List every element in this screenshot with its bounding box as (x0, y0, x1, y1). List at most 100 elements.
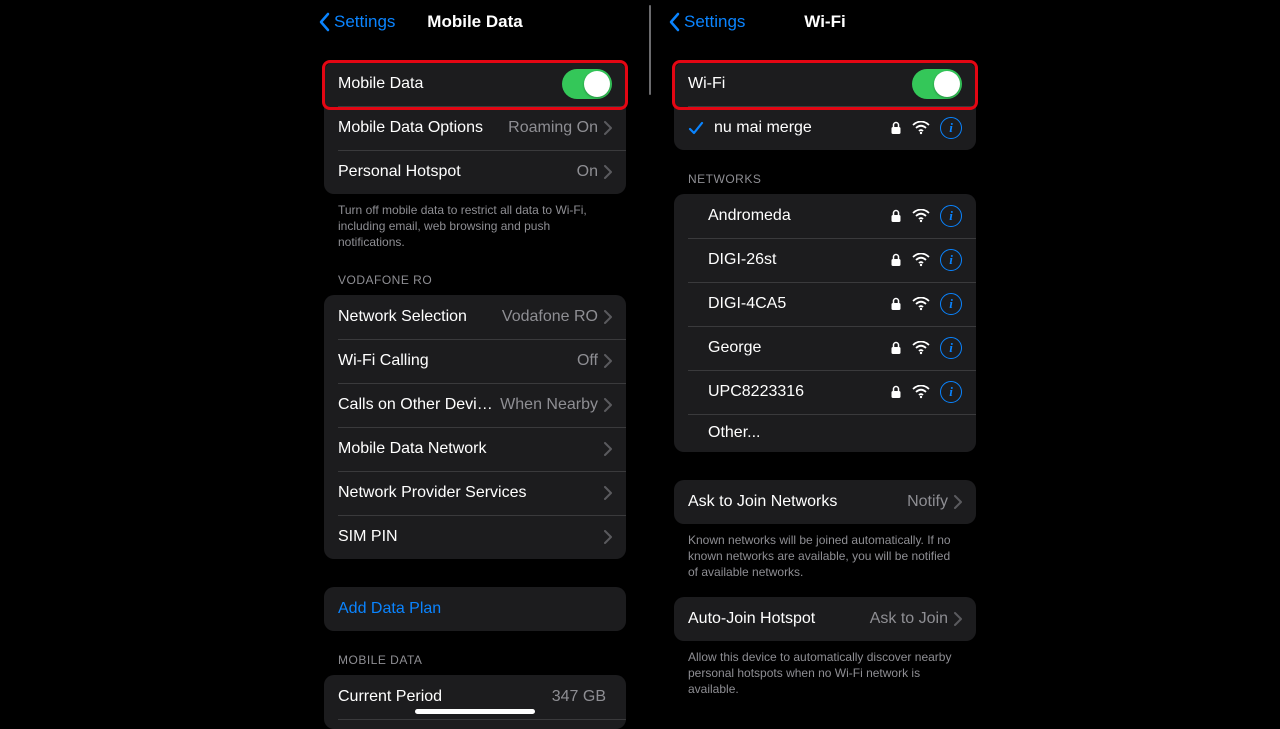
add-data-plan-label: Add Data Plan (338, 600, 612, 618)
chevron-left-icon (668, 12, 680, 32)
wifi-signal-icon (912, 385, 930, 399)
chevron-right-icon (604, 486, 612, 500)
chevron-left-icon (318, 12, 330, 32)
info-icon[interactable]: i (940, 381, 962, 403)
chevron-right-icon (604, 530, 612, 544)
info-icon[interactable]: i (940, 117, 962, 139)
personal-hotspot-value: On (577, 163, 598, 181)
network-name: Andromeda (708, 207, 890, 225)
network-name: George (708, 339, 890, 357)
lock-icon (890, 385, 902, 399)
personal-hotspot-row[interactable]: Personal Hotspot On (324, 150, 626, 194)
other-network-row[interactable]: Other... (674, 414, 976, 452)
other-network-label: Other... (708, 424, 962, 442)
ask-join-footer: Known networks will be joined automatica… (688, 532, 962, 581)
mobile-data-options-label: Mobile Data Options (338, 119, 508, 137)
chevron-right-icon (604, 121, 612, 135)
add-data-plan-row[interactable]: Add Data Plan (324, 587, 626, 631)
network-row[interactable]: DIGI-26st i (674, 238, 976, 282)
usage-section-header: MOBILE DATA (338, 653, 612, 667)
lock-icon (890, 341, 902, 355)
usage-group: Current Period 347 GB (324, 675, 626, 729)
networks-section-header: NETWORKS (688, 172, 962, 186)
wifi-toggle[interactable] (912, 69, 962, 99)
connected-network-row[interactable]: nu mai merge i (674, 106, 976, 150)
wifi-signal-icon (912, 297, 930, 311)
auto-hotspot-label: Auto-Join Hotspot (688, 610, 870, 628)
ask-join-label: Ask to Join Networks (688, 493, 907, 511)
chevron-right-icon (604, 442, 612, 456)
info-icon[interactable]: i (940, 337, 962, 359)
sim-pin-row[interactable]: SIM PIN (324, 515, 626, 559)
lock-icon (890, 209, 902, 223)
mobile-data-toggle-row[interactable]: Mobile Data (324, 62, 626, 106)
chevron-right-icon (954, 612, 962, 626)
personal-hotspot-label: Personal Hotspot (338, 163, 577, 181)
back-button[interactable]: Settings (668, 12, 745, 32)
network-selection-label: Network Selection (338, 308, 502, 326)
mobile-data-toggle-label: Mobile Data (338, 75, 562, 93)
checkmark-icon (688, 120, 704, 136)
mobile-data-network-label: Mobile Data Network (338, 440, 604, 458)
back-label: Settings (684, 12, 745, 32)
ask-join-value: Notify (907, 493, 948, 511)
sim-pin-label: SIM PIN (338, 528, 604, 546)
navbar-mobile-data: Settings Mobile Data (310, 0, 640, 44)
navbar-wifi: Settings Wi-Fi (660, 0, 990, 44)
wifi-signal-icon (912, 341, 930, 355)
network-name: UPC8223316 (708, 383, 890, 401)
ask-join-row[interactable]: Ask to Join Networks Notify (674, 480, 976, 524)
calls-other-devices-value: When Nearby (500, 396, 598, 414)
carrier-group: Network Selection Vodafone RO Wi-Fi Call… (324, 295, 626, 559)
auto-hotspot-value: Ask to Join (870, 610, 948, 628)
carrier-section-header: VODAFONE RO (338, 273, 612, 287)
wifi-signal-icon (912, 121, 930, 135)
auto-hotspot-row[interactable]: Auto-Join Hotspot Ask to Join (674, 597, 976, 641)
wifi-toggle-row[interactable]: Wi-Fi (674, 62, 976, 106)
network-name: DIGI-26st (708, 251, 890, 269)
mobile-data-footer: Turn off mobile data to restrict all dat… (338, 202, 612, 251)
wifi-signal-icon (912, 209, 930, 223)
network-name: DIGI-4CA5 (708, 295, 890, 313)
auto-hotspot-footer: Allow this device to automatically disco… (688, 649, 962, 698)
network-row[interactable]: UPC8223316 i (674, 370, 976, 414)
wifi-calling-row[interactable]: Wi-Fi Calling Off (324, 339, 626, 383)
mobile-data-group-1: Mobile Data Mobile Data Options Roaming … (324, 62, 626, 194)
home-indicator[interactable] (415, 709, 535, 714)
network-row[interactable]: George i (674, 326, 976, 370)
mobile-data-network-row[interactable]: Mobile Data Network (324, 427, 626, 471)
wifi-toggle-label: Wi-Fi (688, 75, 912, 93)
usage-row-partial[interactable] (324, 719, 626, 729)
network-provider-services-label: Network Provider Services (338, 484, 604, 502)
mobile-data-options-value: Roaming On (508, 119, 598, 137)
network-selection-row[interactable]: Network Selection Vodafone RO (324, 295, 626, 339)
chevron-right-icon (604, 354, 612, 368)
network-selection-value: Vodafone RO (502, 308, 598, 326)
network-row[interactable]: DIGI-4CA5 i (674, 282, 976, 326)
info-icon[interactable]: i (940, 293, 962, 315)
calls-other-devices-row[interactable]: Calls on Other Devices When Nearby (324, 383, 626, 427)
back-label: Settings (334, 12, 395, 32)
add-data-plan-group: Add Data Plan (324, 587, 626, 631)
network-provider-services-row[interactable]: Network Provider Services (324, 471, 626, 515)
mobile-data-options-row[interactable]: Mobile Data Options Roaming On (324, 106, 626, 150)
chevron-right-icon (604, 310, 612, 324)
info-icon[interactable]: i (940, 205, 962, 227)
wifi-calling-value: Off (577, 352, 598, 370)
wifi-signal-icon (912, 253, 930, 267)
mobile-data-pane: Settings Mobile Data Mobile Data Mobile … (310, 0, 640, 720)
wifi-calling-label: Wi-Fi Calling (338, 352, 577, 370)
auto-hotspot-group: Auto-Join Hotspot Ask to Join (674, 597, 976, 641)
chevron-right-icon (604, 165, 612, 179)
networks-group: Andromeda i DIGI-26st i DIGI-4CA5 (674, 194, 976, 452)
lock-icon (890, 297, 902, 311)
network-row[interactable]: Andromeda i (674, 194, 976, 238)
calls-other-devices-label: Calls on Other Devices (338, 396, 500, 414)
wifi-pane: Settings Wi-Fi Wi-Fi nu mai merge i (660, 0, 990, 720)
back-button[interactable]: Settings (318, 12, 395, 32)
current-period-value: 347 GB (552, 688, 606, 706)
connected-network-name: nu mai merge (714, 119, 890, 137)
lock-icon (890, 253, 902, 267)
mobile-data-toggle[interactable] (562, 69, 612, 99)
info-icon[interactable]: i (940, 249, 962, 271)
